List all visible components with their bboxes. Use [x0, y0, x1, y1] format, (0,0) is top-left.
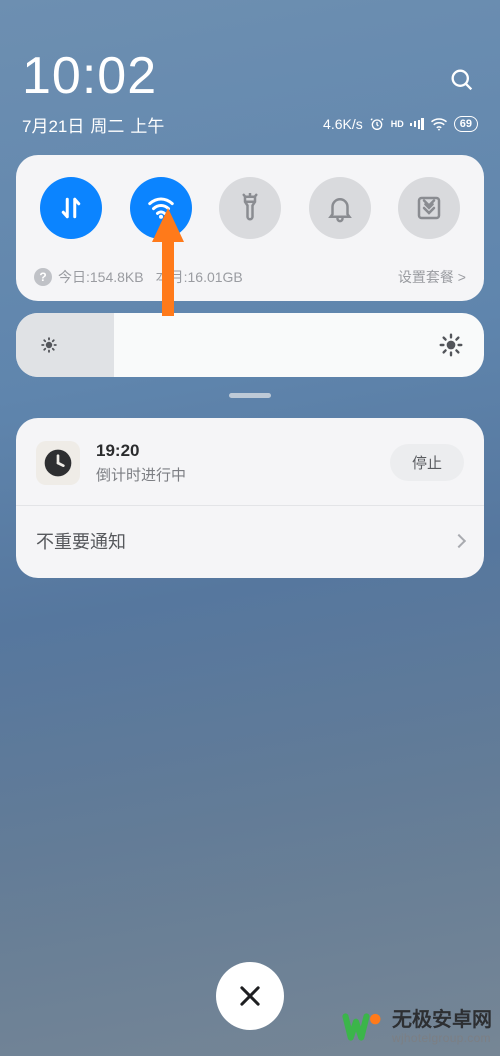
mobile-data-toggle[interactable] — [40, 177, 102, 239]
flashlight-icon — [235, 193, 265, 223]
stop-button[interactable]: 停止 — [390, 444, 464, 481]
notification-title: 19:20 — [96, 440, 390, 462]
search-button[interactable] — [446, 64, 478, 96]
battery-indicator: 69 — [454, 116, 478, 132]
notification-subtitle: 倒计时进行中 — [96, 464, 390, 485]
notification-shade-header: 10:02 7月21日 周二 上午 4.6K/s HD 69 — [0, 0, 500, 137]
brightness-fill — [16, 313, 114, 377]
dnd-toggle[interactable] — [309, 177, 371, 239]
notification-card: 19:20 倒计时进行中 停止 不重要通知 — [16, 418, 484, 578]
screenshot-toggle[interactable] — [398, 177, 460, 239]
signal-icon — [410, 118, 424, 130]
data-arrows-icon — [56, 193, 86, 223]
notification-text: 19:20 倒计时进行中 — [96, 440, 390, 485]
data-plan-link[interactable]: 设置套餐 > — [398, 267, 466, 287]
watermark: 无极安卓网 wjhotelgroup.com — [342, 1006, 492, 1048]
flashlight-toggle[interactable] — [219, 177, 281, 239]
net-speed: 4.6K/s — [323, 116, 363, 132]
watermark-title: 无极安卓网 — [392, 1009, 492, 1032]
alarm-icon — [369, 116, 385, 132]
date-line: 7月21日 周二 上午 — [22, 112, 164, 137]
clock-time: 10:02 — [22, 50, 164, 102]
data-usage-left: ? 今日:154.8KB 本月:16.01GB — [34, 267, 243, 287]
watermark-text: 无极安卓网 wjhotelgroup.com — [392, 1009, 492, 1046]
question-icon: ? — [34, 268, 52, 286]
data-usage-row: ? 今日:154.8KB 本月:16.01GB 设置套餐 > — [34, 267, 466, 287]
status-bar-icons: 4.6K/s HD 69 — [323, 116, 478, 132]
watermark-logo-icon — [342, 1006, 384, 1048]
close-shade-button[interactable] — [216, 962, 284, 1030]
less-important-label: 不重要通知 — [36, 528, 126, 554]
bell-icon — [325, 193, 355, 223]
wifi-icon — [146, 193, 176, 223]
brightness-low-icon — [36, 332, 62, 358]
less-important-row[interactable]: 不重要通知 — [16, 506, 484, 578]
watermark-url: wjhotelgroup.com — [392, 1032, 492, 1046]
screenshot-icon — [414, 193, 444, 223]
weekday: 周二 — [90, 112, 124, 137]
header-right: 4.6K/s HD 69 — [323, 50, 478, 132]
search-icon — [448, 66, 476, 94]
usage-today: 今日:154.8KB — [58, 267, 144, 287]
close-icon — [239, 985, 261, 1007]
clock-app-icon — [36, 441, 80, 485]
hd-icon: HD — [391, 120, 404, 129]
quick-settings-panel: ? 今日:154.8KB 本月:16.01GB 设置套餐 > — [16, 155, 484, 301]
brightness-slider[interactable] — [16, 313, 484, 377]
wifi-status-icon — [430, 117, 448, 131]
timer-notification[interactable]: 19:20 倒计时进行中 停止 — [16, 418, 484, 505]
wifi-toggle[interactable] — [130, 177, 192, 239]
date: 7月21日 — [22, 112, 84, 137]
chevron-right-icon — [452, 534, 466, 548]
header-left: 10:02 7月21日 周二 上午 — [22, 50, 164, 137]
usage-month: 本月:16.01GB — [156, 267, 243, 287]
brightness-high-icon — [438, 332, 464, 358]
quick-settings-row — [34, 177, 466, 239]
shade-drag-handle[interactable] — [229, 393, 271, 398]
ampm: 上午 — [130, 112, 164, 137]
